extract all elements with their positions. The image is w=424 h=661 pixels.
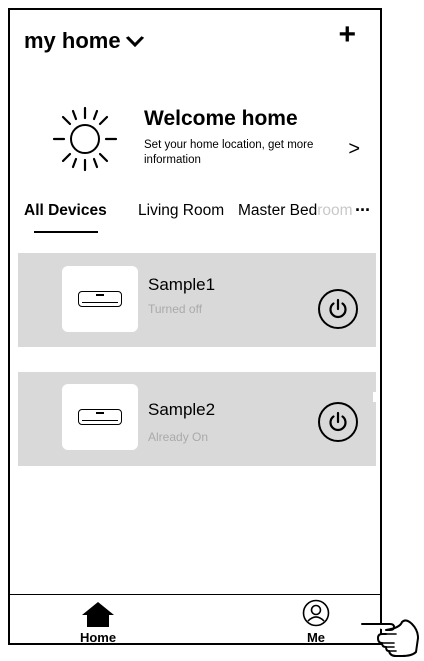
power-icon: [329, 411, 347, 432]
tab-all-devices[interactable]: All Devices: [24, 202, 107, 220]
device-card[interactable]: Sample1 Turned off: [18, 253, 376, 347]
profile-icon: [302, 599, 330, 627]
tab-living-room[interactable]: Living Room: [138, 202, 224, 220]
nav-home-label: Home: [79, 630, 117, 645]
device-name: Sample2: [148, 400, 216, 419]
air-conditioner-icon: [78, 291, 122, 307]
device-name: Sample1: [148, 275, 216, 294]
bottom-nav: Home Me: [10, 594, 380, 645]
active-tab-indicator: [34, 231, 98, 233]
app-screen: my home + Welcome home Set your home loc…: [8, 8, 382, 645]
welcome-title: Welcome home: [144, 107, 298, 130]
sun-icon: [52, 106, 118, 172]
air-conditioner-icon: [78, 409, 122, 425]
more-tabs-icon[interactable]: ···: [355, 200, 371, 221]
device-status: Turned off: [148, 302, 203, 316]
device-card[interactable]: Sample2 Already On: [18, 372, 376, 466]
home-icon: [82, 602, 114, 627]
nav-me[interactable]: Me: [296, 599, 336, 645]
device-thumbnail: [62, 384, 138, 450]
welcome-arrow-icon[interactable]: >: [348, 138, 360, 161]
tab-master-bedroom-faded: room: [317, 202, 353, 219]
nav-home[interactable]: Home: [68, 601, 128, 645]
device-status: Already On: [148, 430, 209, 444]
plus-icon: +: [338, 18, 356, 51]
chevron-down-icon: [124, 31, 145, 52]
power-button[interactable]: [318, 402, 358, 442]
add-button[interactable]: +: [338, 20, 356, 50]
power-icon: [329, 298, 347, 319]
device-thumbnail: [62, 266, 138, 332]
home-name: my home: [24, 28, 121, 53]
welcome-subtitle: Set your home location, get more informa…: [144, 139, 314, 166]
tab-master-bedroom-label: Master Bed: [238, 202, 318, 219]
nav-me-label: Me: [306, 630, 326, 645]
edge-marker: [373, 392, 377, 402]
room-tabs: All Devices Living Room Master Bedroom ·…: [10, 198, 380, 238]
home-selector[interactable]: my home: [24, 28, 145, 54]
pointing-hand-icon: [361, 619, 419, 657]
power-button[interactable]: [318, 289, 358, 329]
tab-master-bedroom[interactable]: Master Bedroom: [238, 202, 353, 220]
